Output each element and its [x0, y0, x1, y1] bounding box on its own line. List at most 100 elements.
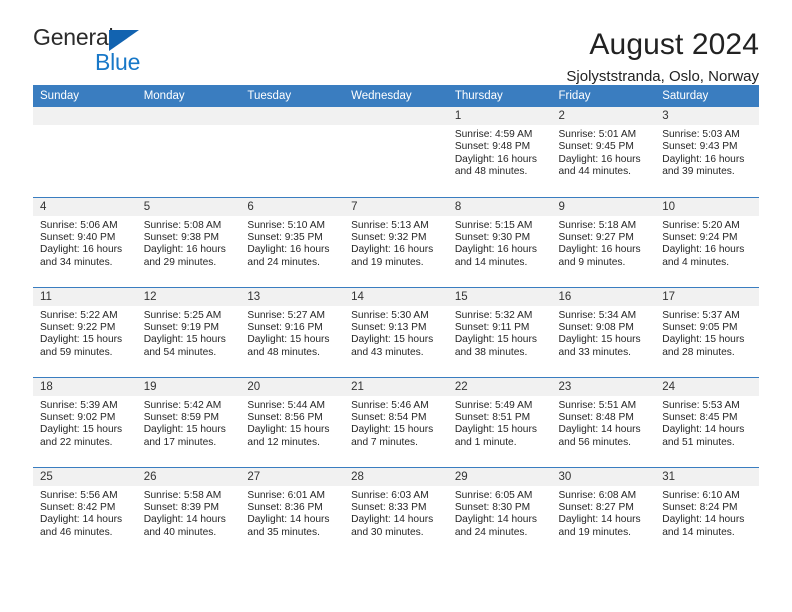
calendar-day-cell[interactable]: 26 Sunrise: 5:58 AM Sunset: 8:39 PM Dayligh…	[136, 466, 241, 557]
sunset-text: Sunset: 9:16 PM	[247, 321, 323, 333]
calendar-day-cell[interactable]: 29 Sunrise: 6:05 AM Sunset: 8:30 PM Dayligh…	[447, 466, 552, 557]
calendar-day-cell[interactable]: 14 Sunrise: 5:30 AM Sunset: 9:13 PM Dayligh…	[344, 286, 448, 377]
calendar-day-cell[interactable]: 27 Sunrise: 6:01 AM Sunset: 8:36 PM Dayligh…	[240, 466, 345, 557]
calendar-day-cell[interactable]: 30 Sunrise: 6:08 AM Sunset: 8:27 PM Dayligh…	[551, 466, 656, 557]
sunset-text: Sunset: 9:30 PM	[454, 231, 531, 243]
daylight-text-line1: Daylight: 15 hours	[351, 334, 434, 346]
sunrise-text: Sunrise: 5:37 AM	[662, 309, 740, 321]
daylight-text-line1: Daylight: 15 hours	[143, 334, 226, 346]
daylight-text-line1: Daylight: 15 hours	[351, 424, 434, 436]
daylight-text-line1: Daylight: 15 hours	[143, 424, 226, 436]
daylight-text-line2: and 46 minutes.	[40, 526, 113, 538]
sunrise-text: Sunrise: 5:18 AM	[558, 219, 637, 231]
calendar-week-row: 25 Sunrise: 5:56 AM Sunset: 8:42 PM Dayligh…	[33, 466, 759, 557]
sunrise-text: Sunrise: 5:13 AM	[351, 219, 429, 231]
calendar-day-cell[interactable]: 16 Sunrise: 5:34 AM Sunset: 9:08 PM Dayligh…	[551, 286, 656, 377]
day-number: 31	[655, 467, 759, 486]
calendar-day-cell[interactable]: 10 Sunrise: 5:20 AM Sunset: 9:24 PM Dayligh…	[655, 196, 759, 287]
calendar-day-cell[interactable]: 22 Sunrise: 5:49 AM Sunset: 8:51 PM Dayligh…	[447, 376, 552, 467]
general-blue-logo[interactable]: General Blue	[33, 26, 173, 78]
daylight-text-line1: Daylight: 14 hours	[558, 424, 641, 436]
daylight-text-line1: Daylight: 16 hours	[662, 153, 745, 165]
calendar-day-cell[interactable]: 19 Sunrise: 5:42 AM Sunset: 8:59 PM Dayligh…	[136, 376, 241, 467]
sunset-text: Sunset: 8:27 PM	[558, 501, 634, 513]
calendar-day-cell[interactable]: 8 Sunrise: 5:15 AM Sunset: 9:30 PM Daylight…	[447, 196, 552, 287]
calendar-day-cell[interactable]: 12 Sunrise: 5:25 AM Sunset: 9:19 PM Dayligh…	[136, 286, 241, 377]
sunset-text: Sunset: 9:22 PM	[40, 321, 116, 333]
sunrise-text: Sunrise: 6:10 AM	[662, 489, 740, 501]
sunset-text: Sunset: 9:05 PM	[662, 321, 738, 333]
sunset-text: Sunset: 9:11 PM	[454, 321, 530, 333]
daylight-text-line1: Daylight: 16 hours	[558, 244, 641, 256]
day-number	[136, 107, 241, 125]
calendar-day-cell[interactable]: 15 Sunrise: 5:32 AM Sunset: 9:11 PM Dayligh…	[447, 286, 552, 377]
day-sun-details: Sunrise: 5:13 AM Sunset: 9:32 PM Daylight:…	[344, 216, 448, 270]
calendar-day-cell[interactable]: 1 Sunrise: 4:59 AM Sunset: 9:48 PM Daylight…	[447, 107, 552, 197]
calendar-day-cell[interactable]: 13 Sunrise: 5:27 AM Sunset: 9:16 PM Dayligh…	[240, 286, 345, 377]
calendar-week-row: 4 Sunrise: 5:06 AM Sunset: 9:40 PM Daylight…	[33, 196, 759, 287]
day-number: 14	[344, 287, 448, 306]
calendar-day-cell[interactable]: 6 Sunrise: 5:10 AM Sunset: 9:35 PM Daylight…	[240, 196, 345, 287]
day-number	[240, 107, 345, 125]
sunset-text: Sunset: 8:54 PM	[351, 411, 427, 423]
day-sun-details: Sunrise: 6:08 AM Sunset: 8:27 PM Daylight:…	[552, 486, 656, 540]
day-sun-details: Sunrise: 5:27 AM Sunset: 9:16 PM Daylight:…	[240, 306, 344, 360]
calendar-day-cell[interactable]: 2 Sunrise: 5:01 AM Sunset: 9:45 PM Daylight…	[551, 107, 656, 197]
sunset-text: Sunset: 9:19 PM	[143, 321, 220, 333]
daylight-text-line2: and 54 minutes.	[143, 346, 217, 358]
calendar-day-cell[interactable]: 31 Sunrise: 6:10 AM Sunset: 8:24 PM Dayligh…	[655, 466, 759, 557]
logo-triangle-icon	[109, 30, 139, 51]
sunrise-text: Sunrise: 5:34 AM	[558, 309, 637, 321]
daylight-text-line2: and 30 minutes.	[351, 526, 424, 538]
day-number: 25	[33, 467, 137, 486]
day-sun-details: Sunrise: 6:01 AM Sunset: 8:36 PM Daylight:…	[240, 486, 344, 540]
calendar-day-cell[interactable]: 5 Sunrise: 5:08 AM Sunset: 9:38 PM Daylight…	[136, 196, 241, 287]
day-number: 6	[240, 197, 345, 216]
day-number: 26	[136, 467, 241, 486]
sunrise-text: Sunrise: 4:59 AM	[454, 129, 533, 140]
daylight-text-line1: Daylight: 16 hours	[454, 153, 537, 165]
day-sun-details: Sunrise: 6:03 AM Sunset: 8:33 PM Daylight:…	[344, 486, 448, 540]
day-number: 30	[551, 467, 656, 486]
daylight-text-line2: and 38 minutes.	[454, 346, 528, 358]
sunset-text: Sunset: 9:48 PM	[454, 141, 531, 153]
calendar-day-cell[interactable]: 24 Sunrise: 5:53 AM Sunset: 8:45 PM Dayligh…	[655, 376, 759, 467]
calendar-day-cell[interactable]: 17 Sunrise: 5:37 AM Sunset: 9:05 PM Dayligh…	[655, 286, 759, 377]
sunrise-text: Sunrise: 6:05 AM	[454, 489, 533, 501]
day-number: 9	[551, 197, 656, 216]
sunset-text: Sunset: 8:33 PM	[351, 501, 427, 513]
calendar-day-cell[interactable]: 25 Sunrise: 5:56 AM Sunset: 8:42 PM Dayligh…	[33, 466, 137, 557]
calendar-day-cell[interactable]: 20 Sunrise: 5:44 AM Sunset: 8:56 PM Dayligh…	[240, 376, 345, 467]
daylight-text-line1: Daylight: 15 hours	[247, 424, 330, 436]
sunrise-text: Sunrise: 5:56 AM	[40, 489, 118, 501]
calendar-day-cell[interactable]: 9 Sunrise: 5:18 AM Sunset: 9:27 PM Daylight…	[551, 196, 656, 287]
daylight-text-line2: and 43 minutes.	[351, 346, 424, 358]
daylight-text-line1: Daylight: 14 hours	[662, 424, 745, 436]
calendar-day-cell[interactable]: 7 Sunrise: 5:13 AM Sunset: 9:32 PM Daylight…	[344, 196, 448, 287]
daylight-text-line1: Daylight: 16 hours	[454, 244, 537, 256]
day-sun-details: Sunrise: 5:25 AM Sunset: 9:19 PM Daylight:…	[137, 306, 241, 360]
calendar-day-cell[interactable]: 23 Sunrise: 5:51 AM Sunset: 8:48 PM Dayligh…	[551, 376, 656, 467]
month-calendar-table: Sunday Monday Tuesday Wednesday Thursday…	[33, 85, 759, 557]
sunrise-text: Sunrise: 5:39 AM	[40, 399, 118, 411]
day-number: 18	[33, 377, 137, 396]
sunset-text: Sunset: 9:13 PM	[351, 321, 427, 333]
sunset-text: Sunset: 9:02 PM	[40, 411, 116, 423]
daylight-text-line1: Daylight: 16 hours	[558, 153, 641, 165]
calendar-day-cell[interactable]: 11 Sunrise: 5:22 AM Sunset: 9:22 PM Dayligh…	[33, 286, 137, 377]
calendar-day-cell[interactable]: 4 Sunrise: 5:06 AM Sunset: 9:40 PM Daylight…	[33, 196, 137, 287]
day-number: 10	[655, 197, 759, 216]
calendar-day-cell[interactable]: 18 Sunrise: 5:39 AM Sunset: 9:02 PM Dayligh…	[33, 376, 137, 467]
sunset-text: Sunset: 8:51 PM	[454, 411, 531, 423]
day-number: 2	[551, 107, 656, 125]
calendar-day-cell[interactable]: 28 Sunrise: 6:03 AM Sunset: 8:33 PM Dayligh…	[344, 466, 448, 557]
day-sun-details: Sunrise: 5:42 AM Sunset: 8:59 PM Daylight:…	[137, 396, 241, 450]
day-sun-details: Sunrise: 5:51 AM Sunset: 8:48 PM Daylight:…	[552, 396, 656, 450]
calendar-day-cell[interactable]: 3 Sunrise: 5:03 AM Sunset: 9:43 PM Daylight…	[655, 107, 759, 197]
weekday-header-sunday: Sunday	[33, 85, 137, 107]
sunrise-text: Sunrise: 5:53 AM	[662, 399, 740, 411]
sunrise-text: Sunrise: 6:08 AM	[558, 489, 637, 501]
daylight-text-line1: Daylight: 16 hours	[247, 244, 330, 256]
calendar-week-row: 18 Sunrise: 5:39 AM Sunset: 9:02 PM Dayligh…	[33, 376, 759, 467]
calendar-day-cell[interactable]: 21 Sunrise: 5:46 AM Sunset: 8:54 PM Dayligh…	[344, 376, 448, 467]
